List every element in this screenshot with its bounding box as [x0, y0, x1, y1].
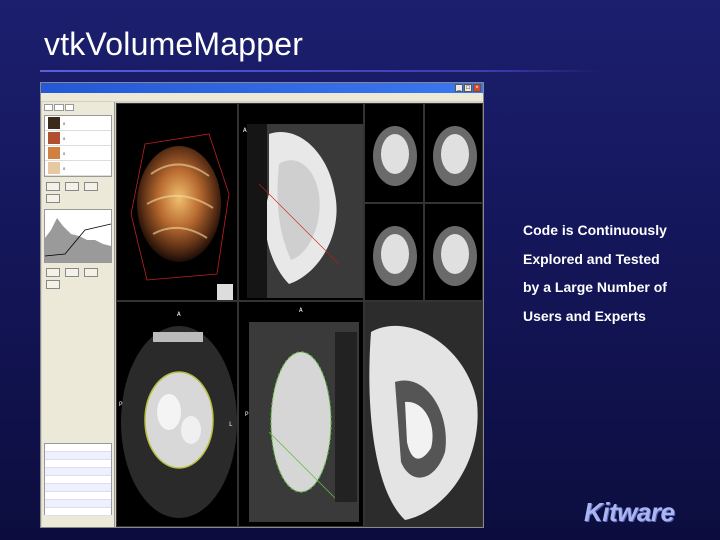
swatch-row[interactable]: 0: [45, 161, 111, 176]
swatch-row[interactable]: 0: [45, 131, 111, 146]
panel-tabs: [42, 102, 114, 113]
application-screenshot: _ □ × 0 0 0 0 A A P L A P: [40, 82, 484, 528]
zoomed-slice-image: [365, 302, 482, 526]
caption-line: Users and Experts: [523, 307, 646, 324]
color-transfer-table: 0 0 0 0: [44, 115, 112, 177]
panel-button[interactable]: [46, 268, 60, 277]
swatch-value: 0: [63, 120, 66, 126]
cine-tile-image: [373, 226, 417, 286]
maximize-button[interactable]: □: [464, 84, 472, 92]
panel-button[interactable]: [65, 268, 80, 277]
sagittal-slice-image: [247, 124, 363, 298]
sagittal-view[interactable]: A: [238, 103, 364, 301]
control-panel: 0 0 0 0: [42, 102, 115, 527]
histogram-plot: [45, 218, 111, 262]
panel-tab[interactable]: [64, 104, 75, 111]
slide-title: vtkVolumeMapper: [44, 26, 304, 62]
cine-tile-image: [433, 126, 477, 186]
cine-tile-image: [373, 126, 417, 186]
caption-line: Explored and Tested: [523, 250, 660, 267]
oblique-view[interactable]: A P: [238, 301, 364, 527]
view-orientation-label: P: [245, 411, 249, 418]
caption-line: by a Large Number of: [523, 279, 667, 295]
property-table: [44, 443, 112, 516]
caption-line: Code is Continuously: [523, 222, 667, 238]
view-orientation-label: P: [119, 401, 123, 408]
view-orientation-label: A: [243, 127, 247, 134]
panel-button[interactable]: [65, 182, 80, 191]
color-swatch: [48, 162, 60, 174]
volume-render-view[interactable]: [116, 103, 238, 301]
kitware-logo: Kitware: [584, 497, 675, 527]
cine-tile[interactable]: [424, 203, 483, 301]
panel-button[interactable]: [46, 182, 60, 191]
slide-caption: Code is Continuously Explored and Tested…: [523, 216, 713, 330]
viewport-grid: A A P L A P: [116, 103, 483, 527]
title-divider: [40, 70, 600, 72]
volume-render-image: [130, 133, 233, 300]
cine-tile[interactable]: [424, 103, 483, 203]
swatch-value: 0: [63, 135, 66, 141]
view-orientation-label: L: [229, 421, 233, 428]
opacity-histogram[interactable]: [44, 209, 112, 263]
oblique-slice-image: [249, 322, 359, 522]
color-swatch: [48, 147, 60, 159]
axial-slice-image: [121, 326, 237, 518]
color-swatch: [48, 132, 60, 144]
swatch-row[interactable]: 0: [45, 146, 111, 161]
panel-tab[interactable]: [54, 104, 64, 111]
close-button[interactable]: ×: [473, 84, 481, 92]
cine-tile[interactable]: [364, 203, 424, 301]
panel-button[interactable]: [46, 280, 60, 289]
swatch-row[interactable]: 0: [45, 116, 111, 131]
color-swatch: [48, 117, 60, 129]
window-titlebar: _ □ ×: [41, 83, 483, 93]
swatch-value: 0: [63, 165, 66, 171]
cine-tile-image: [433, 226, 477, 286]
view-orientation-label: A: [299, 307, 303, 314]
window-controls: _ □ ×: [455, 84, 481, 92]
minimize-button[interactable]: _: [455, 84, 463, 92]
cine-tile[interactable]: [364, 103, 424, 203]
menu-bar: [41, 93, 483, 101]
panel-button[interactable]: [84, 182, 99, 191]
zoomed-view[interactable]: [364, 301, 483, 527]
swatch-value: 0: [63, 150, 66, 156]
panel-button[interactable]: [46, 194, 60, 203]
panel-tab[interactable]: [44, 104, 54, 111]
axial-view[interactable]: A P L: [116, 301, 238, 527]
panel-button[interactable]: [84, 268, 99, 277]
view-orientation-label: A: [177, 311, 181, 318]
